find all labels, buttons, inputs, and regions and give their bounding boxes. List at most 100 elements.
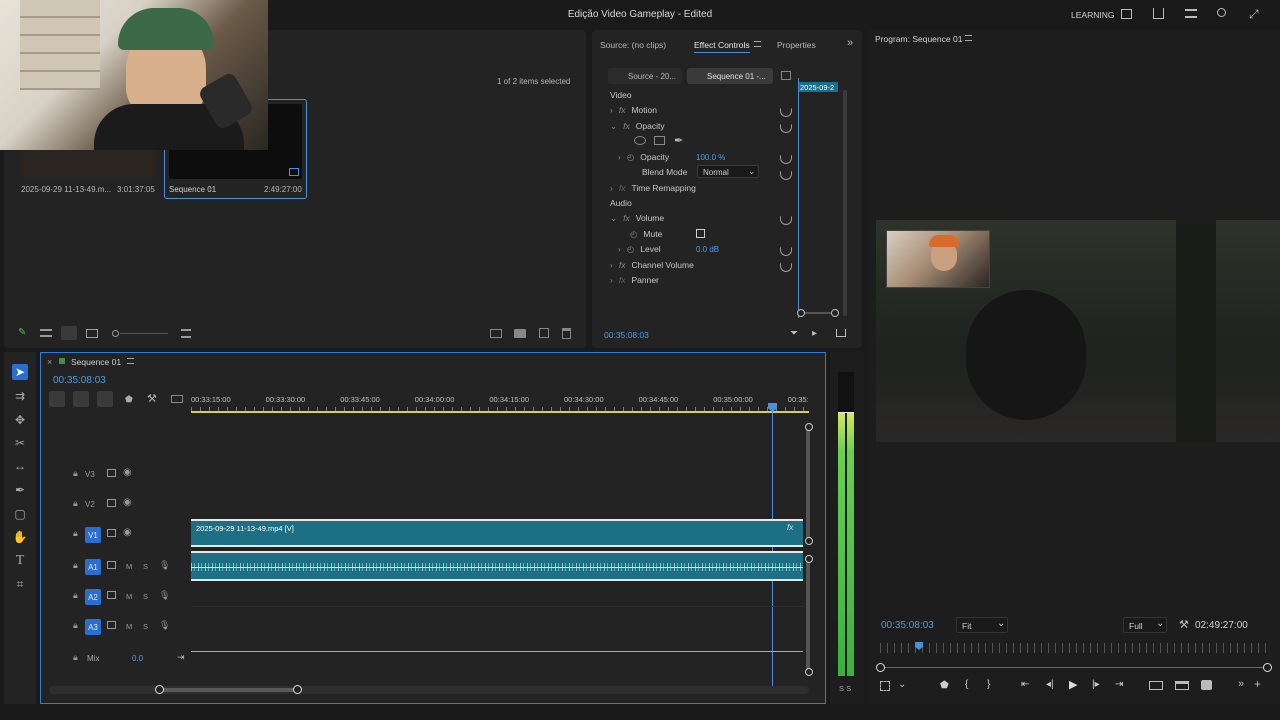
sequence-tab[interactable]: Sequence 01 — [71, 357, 121, 367]
zoom-slider-track[interactable] — [120, 333, 168, 334]
linked-selection-icon[interactable] — [97, 391, 113, 407]
sync-lock-icon[interactable] — [107, 469, 116, 477]
subtab-source[interactable]: Source - 20... — [608, 68, 682, 84]
go-to-out-icon[interactable]: ⇥ — [1115, 679, 1123, 690]
filter-icon[interactable]: ⏷ — [790, 328, 798, 339]
mark-in-icon[interactable]: { — [965, 679, 968, 690]
tab-properties[interactable]: Properties — [777, 40, 816, 50]
go-to-in-icon[interactable]: ⇤ — [1021, 679, 1029, 690]
lock-icon[interactable]: 🔒︎ — [73, 620, 78, 631]
video-scrollbar[interactable] — [806, 425, 810, 543]
lock-icon[interactable]: 🔒︎ — [73, 468, 78, 479]
lift-icon[interactable] — [1149, 681, 1163, 690]
add-button-icon[interactable]: + — [1254, 677, 1261, 691]
sequence-menu-icon[interactable] — [127, 358, 134, 364]
zoom-slider-handle[interactable] — [112, 330, 119, 337]
tab-menu-icon[interactable] — [754, 41, 761, 47]
lock-icon[interactable]: 🔒︎ — [73, 652, 78, 663]
captions-tool-icon[interactable]: ⌗ — [12, 576, 28, 592]
reset-icon[interactable] — [780, 155, 792, 164]
track-v2-label[interactable]: V2 — [85, 500, 95, 509]
effect-opacity[interactable]: ⌄ fx Opacity — [610, 119, 665, 133]
audio-scrollbar[interactable] — [806, 557, 810, 671]
folder-icon[interactable] — [514, 329, 526, 338]
reset-icon[interactable] — [780, 124, 792, 133]
horizontal-scrollbar-thumb[interactable] — [159, 688, 299, 692]
sync-lock-icon[interactable] — [107, 591, 116, 599]
timeline-timecode[interactable]: 00:35:08:03 — [53, 375, 106, 386]
clip-thumbnail[interactable] — [20, 150, 156, 178]
program-video-frame[interactable] — [876, 220, 1280, 442]
pen-mask-icon[interactable]: ✒ — [674, 134, 683, 147]
mute-checkbox[interactable] — [696, 229, 705, 238]
scroll-handle[interactable] — [805, 555, 813, 563]
panel-icon[interactable] — [1121, 9, 1132, 19]
track-a2-label[interactable]: A2 — [85, 589, 101, 605]
solo-track-button[interactable]: S — [143, 592, 148, 601]
sort-icon[interactable] — [181, 329, 191, 338]
workspace-learning[interactable]: LEARNING — [1071, 10, 1114, 20]
vertical-scrollbar[interactable] — [843, 90, 847, 316]
mini-playhead[interactable] — [798, 78, 799, 318]
list-view-icon[interactable] — [40, 329, 52, 337]
subtab-sequence[interactable]: Sequence 01 -... — [687, 68, 773, 84]
camera-icon[interactable] — [1201, 680, 1212, 690]
play-audio-icon[interactable]: ▸ — [812, 328, 817, 339]
add-marker-icon[interactable]: ⬟ — [125, 394, 133, 405]
fullscreen-icon[interactable]: ⤢ — [1249, 8, 1261, 20]
project-item-name[interactable]: 2025-09-29 11-13-49.m... — [21, 185, 111, 194]
lock-icon[interactable]: 🔒︎ — [73, 498, 78, 509]
program-scroll-track[interactable] — [880, 667, 1270, 668]
scroll-handle[interactable] — [805, 423, 813, 431]
add-marker-icon[interactable]: ⬟ — [940, 680, 949, 691]
effect-volume[interactable]: ⌄ fx Volume — [610, 211, 664, 225]
toggle-timeline-icon[interactable] — [781, 71, 791, 80]
mark-out-icon[interactable]: } — [987, 679, 990, 690]
reset-icon[interactable] — [780, 216, 792, 225]
menu-icon[interactable] — [1185, 9, 1197, 18]
rectangle-tool-icon[interactable]: ▢ — [12, 506, 28, 522]
tab-effect-controls[interactable]: Effect Controls — [694, 40, 750, 53]
nest-icon[interactable] — [49, 391, 65, 407]
trash-icon[interactable] — [562, 328, 571, 339]
ellipse-mask-icon[interactable] — [634, 136, 646, 145]
meter-solo-buttons[interactable]: S S — [839, 684, 851, 693]
step-back-icon[interactable]: ◂| — [1046, 679, 1054, 690]
eye-icon[interactable]: ◉ — [123, 467, 132, 478]
settings-wrench-icon[interactable]: ⚒ — [147, 392, 157, 405]
opacity-value[interactable]: 100.0 % — [696, 153, 725, 162]
effect-time-remapping[interactable]: › fx Time Remapping — [610, 181, 696, 195]
scroll-handle-left[interactable] — [876, 663, 885, 672]
scroll-handle[interactable] — [805, 537, 813, 545]
freeform-view-icon[interactable] — [86, 329, 98, 338]
mute-track-button[interactable]: M — [126, 562, 132, 571]
new-item-icon[interactable] — [539, 328, 549, 338]
solo-track-button[interactable]: S — [143, 622, 148, 631]
track-a1-label[interactable]: A1 — [85, 559, 101, 575]
chevron-down-icon[interactable]: ⌄ — [898, 679, 906, 690]
sync-lock-icon[interactable] — [107, 529, 116, 537]
track-v3-label[interactable]: V3 — [85, 470, 95, 479]
effects-timecode[interactable]: 00:35:08:03 — [604, 330, 649, 340]
zoom-handle-right[interactable] — [293, 685, 302, 694]
audio-clip[interactable] — [191, 551, 803, 581]
program-ruler[interactable] — [880, 643, 1270, 653]
solo-track-button[interactable]: S — [143, 562, 148, 571]
more-controls-icon[interactable]: » — [1238, 678, 1244, 690]
reset-icon[interactable] — [780, 263, 792, 272]
slip-icon[interactable]: ↔ — [12, 458, 28, 474]
effect-panner[interactable]: › fx Panner — [610, 273, 659, 287]
type-tool-icon[interactable]: T — [12, 553, 28, 569]
scroll-handle[interactable] — [805, 668, 813, 676]
track-v1-label[interactable]: V1 — [85, 527, 101, 543]
lock-icon[interactable]: 🔒︎ — [73, 560, 78, 571]
pen-tool-icon[interactable]: ✒ — [12, 482, 28, 498]
sync-lock-icon[interactable] — [107, 499, 116, 507]
wrench-icon[interactable]: ⚒ — [1179, 618, 1189, 631]
snap-icon[interactable] — [73, 391, 89, 407]
reset-icon[interactable] — [780, 108, 792, 117]
close-icon[interactable]: × — [47, 357, 52, 367]
lock-icon[interactable]: 🔒︎ — [73, 590, 78, 601]
program-title[interactable]: Program: Sequence 01 — [875, 34, 962, 44]
eye-icon[interactable]: ◉ — [123, 497, 132, 508]
